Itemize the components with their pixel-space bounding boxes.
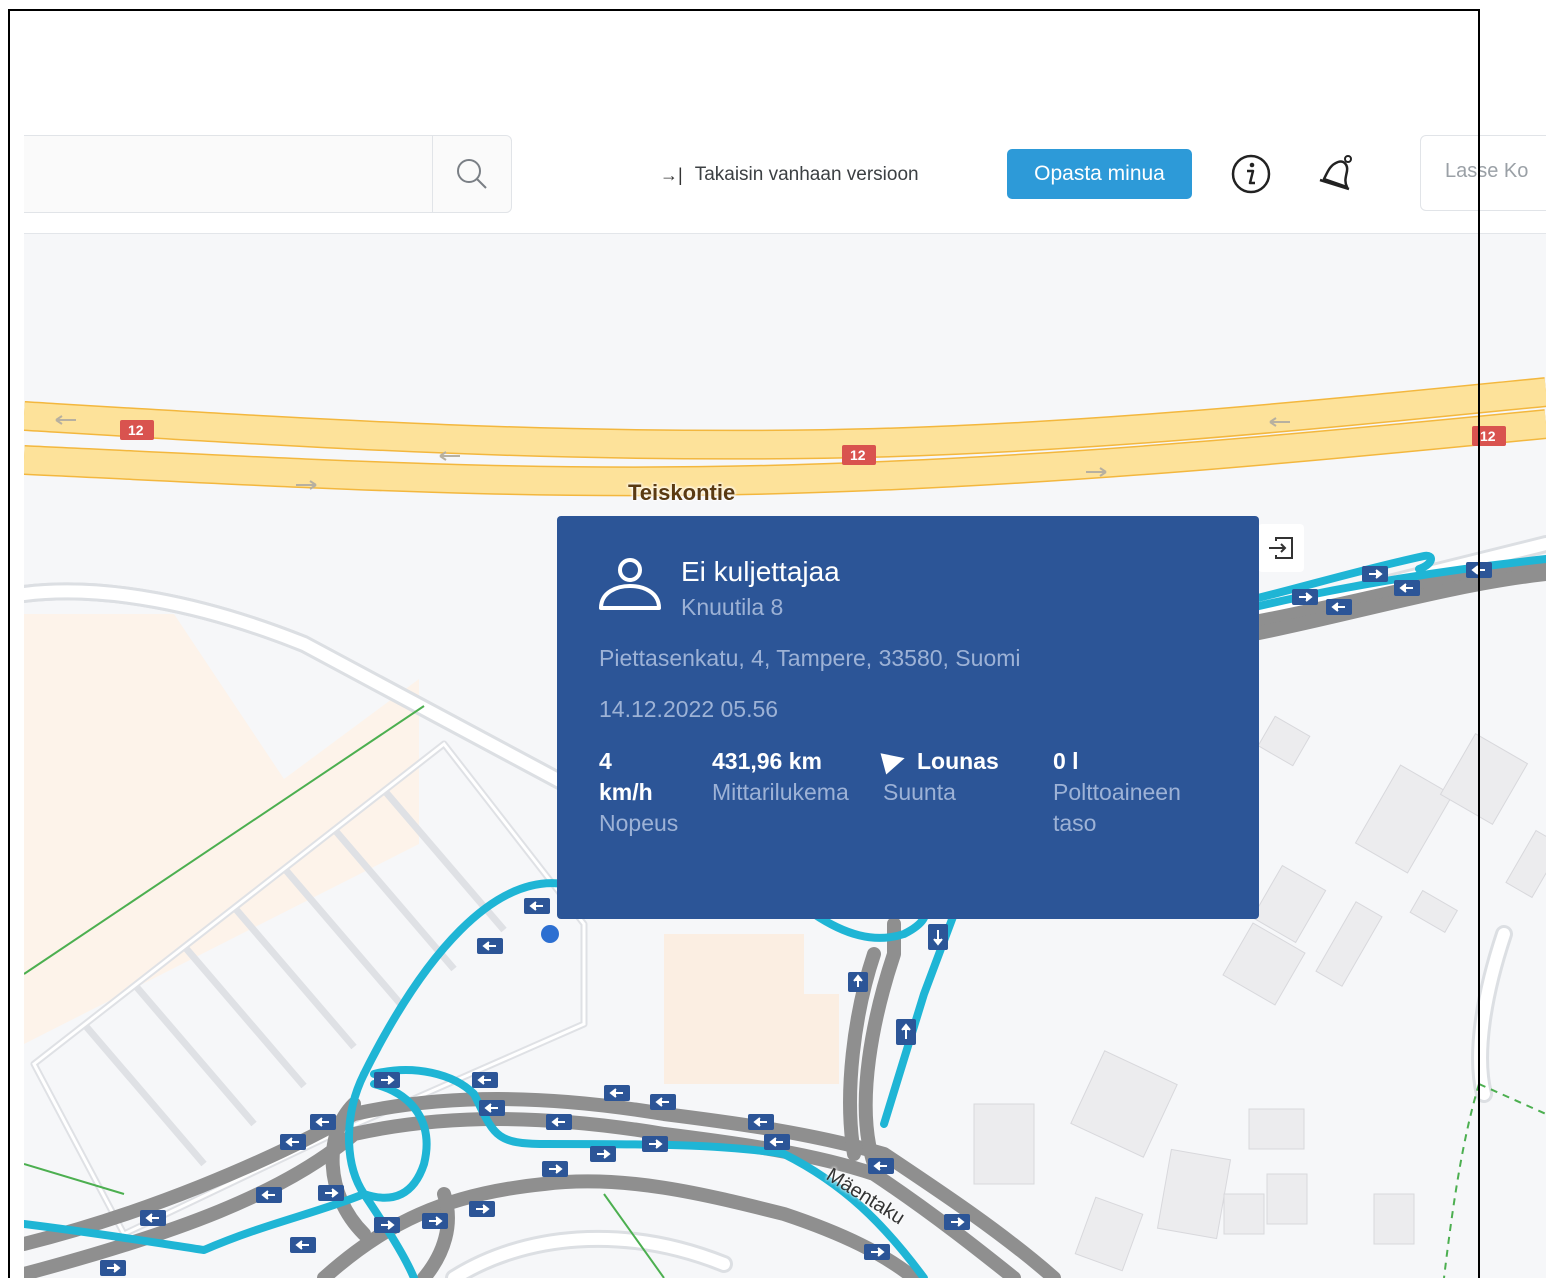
stat-direction-label: Suunta — [883, 779, 956, 805]
arrow-to-bar-icon: →| — [660, 164, 683, 185]
stat-odometer-value: 431,96 km — [712, 748, 822, 774]
stat-fuel-value: 0 l — [1053, 748, 1079, 774]
stat-speed-label: Nopeus — [599, 810, 679, 836]
highway-shield-2: 12 — [850, 447, 866, 463]
stat-fuel: 0 l Polttoaineen taso — [1053, 746, 1223, 839]
stat-direction-value: Lounas — [917, 748, 999, 774]
info-icon[interactable] — [1230, 153, 1272, 195]
driver-person-icon — [599, 558, 661, 610]
vehicle-position-dot[interactable] — [541, 925, 559, 943]
stat-odometer: 431,96 km Mittarilukema — [712, 746, 852, 808]
top-bar: →| Takaisin vanhaan versioon Opasta minu… — [24, 120, 1546, 234]
direction-arrow-icon — [880, 747, 908, 775]
vehicle-name: Knuutila 8 — [681, 594, 784, 620]
stat-direction: Lounas Suunta — [880, 746, 1033, 808]
user-menu[interactable]: Lasse Ko — [1420, 135, 1546, 211]
dashed-path — [1443, 1083, 1480, 1278]
highway-shield-1: 12 — [128, 422, 144, 438]
highway-shield-3: 12 — [1480, 428, 1496, 444]
guide-me-button[interactable]: Opasta minua — [1007, 149, 1192, 199]
stat-odometer-label: Mittarilukema — [712, 779, 849, 805]
vehicle-address: Piettasenkatu, 4, Tampere, 33580, Suomi — [599, 645, 1021, 671]
position-timestamp: 14.12.2022 05.56 — [599, 696, 779, 722]
highway-teiskontie — [24, 377, 1546, 497]
building — [664, 934, 839, 1084]
back-link-label: Takaisin vanhaan versioon — [694, 164, 919, 185]
exit-icon — [1269, 537, 1293, 559]
search-icon — [457, 159, 487, 189]
search-box[interactable] — [24, 135, 512, 213]
road-label-teiskontie: Teiskontie — [628, 480, 736, 505]
bell-icon[interactable] — [1314, 153, 1358, 195]
stat-fuel-label: Polttoaineen taso — [1053, 779, 1181, 836]
stat-speed: 4 km/h Nopeus — [599, 746, 679, 839]
exit-popup-button[interactable] — [1258, 524, 1304, 572]
back-to-old-version-link[interactable]: →| Takaisin vanhaan versioon — [660, 162, 919, 188]
driver-name: Ei kuljettajaa — [681, 556, 840, 587]
search-button[interactable] — [432, 136, 511, 212]
stat-speed-value: 4 km/h — [599, 748, 653, 805]
vehicle-info-popup: Ei kuljettajaa Knuutila 8 Piettasenkatu,… — [557, 516, 1259, 919]
